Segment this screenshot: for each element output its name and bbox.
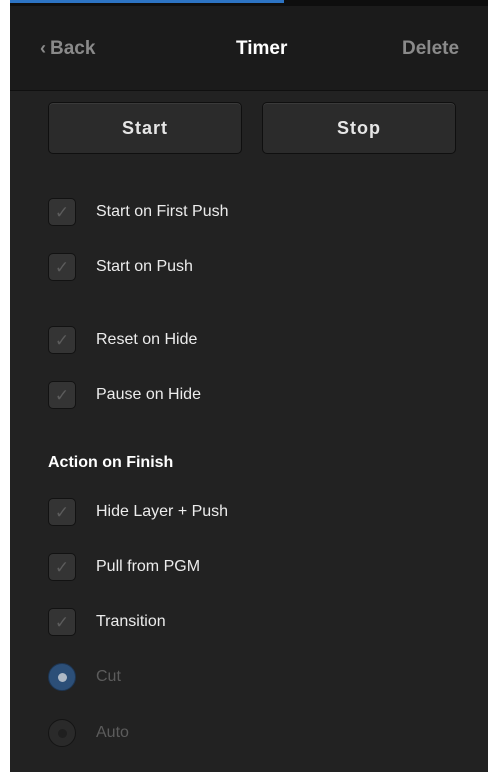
checkmark-icon: ✓ <box>54 502 70 522</box>
option-label: Start on Push <box>96 258 193 275</box>
transition-option[interactable]: ✓ Transition <box>48 607 166 637</box>
checkmark-icon: ✓ <box>54 612 70 632</box>
header-bar: ‹ Back Timer Delete <box>10 6 488 91</box>
radio-label: Auto <box>96 724 129 741</box>
delete-button[interactable]: Delete <box>402 38 459 60</box>
option-label: Hide Layer + Push <box>96 503 229 520</box>
radio-dot-icon <box>57 728 67 738</box>
checkmark-icon: ✓ <box>54 557 70 577</box>
option-label: Start on First Push <box>96 203 229 220</box>
start-on-first-push-option[interactable]: ✓ Start on First Push <box>48 197 229 227</box>
pull-from-pgm-checkbox[interactable]: ✓ <box>48 553 76 581</box>
auto-option[interactable]: Auto <box>48 718 129 748</box>
reset-on-hide-option[interactable]: ✓ Reset on Hide <box>48 325 197 355</box>
option-label: Reset on Hide <box>96 331 198 348</box>
chevron-left-icon: ‹ <box>40 38 46 58</box>
selected-tab-indicator <box>10 0 284 3</box>
page-title: Timer <box>236 38 288 59</box>
option-label: Pull from PGM <box>96 558 201 575</box>
timer-panel: ‹ Back Timer Delete Start Stop ✓ Start on… <box>10 0 488 772</box>
action-on-finish-heading: Action on Finish <box>48 454 174 471</box>
transition-checkbox[interactable]: ✓ <box>48 608 76 636</box>
option-label: Pause on Hide <box>96 386 201 403</box>
auto-radio[interactable] <box>48 719 76 747</box>
checkmark-icon: ✓ <box>54 385 70 405</box>
hide-layer-push-checkbox[interactable]: ✓ <box>48 498 76 526</box>
radio-dot-icon <box>57 672 67 682</box>
cut-radio[interactable] <box>48 663 76 691</box>
pause-on-hide-checkbox[interactable]: ✓ <box>48 381 76 409</box>
option-label: Transition <box>96 613 166 630</box>
start-button[interactable]: Start <box>48 102 242 154</box>
stop-button[interactable]: Stop <box>262 102 456 154</box>
pause-on-hide-option[interactable]: ✓ Pause on Hide <box>48 380 201 410</box>
back-label: Back <box>50 38 96 59</box>
checkmark-icon: ✓ <box>54 330 70 350</box>
checkmark-icon: ✓ <box>54 257 70 277</box>
reset-on-hide-checkbox[interactable]: ✓ <box>48 326 76 354</box>
checkmark-icon: ✓ <box>54 202 70 222</box>
start-on-push-checkbox[interactable]: ✓ <box>48 253 76 281</box>
hide-layer-push-option[interactable]: ✓ Hide Layer + Push <box>48 497 228 527</box>
radio-label: Cut <box>96 668 121 685</box>
start-on-first-push-checkbox[interactable]: ✓ <box>48 198 76 226</box>
start-on-push-option[interactable]: ✓ Start on Push <box>48 252 193 282</box>
back-button[interactable]: ‹ Back <box>40 38 95 60</box>
pull-from-pgm-option[interactable]: ✓ Pull from PGM <box>48 552 200 582</box>
cut-option[interactable]: Cut <box>48 662 121 692</box>
